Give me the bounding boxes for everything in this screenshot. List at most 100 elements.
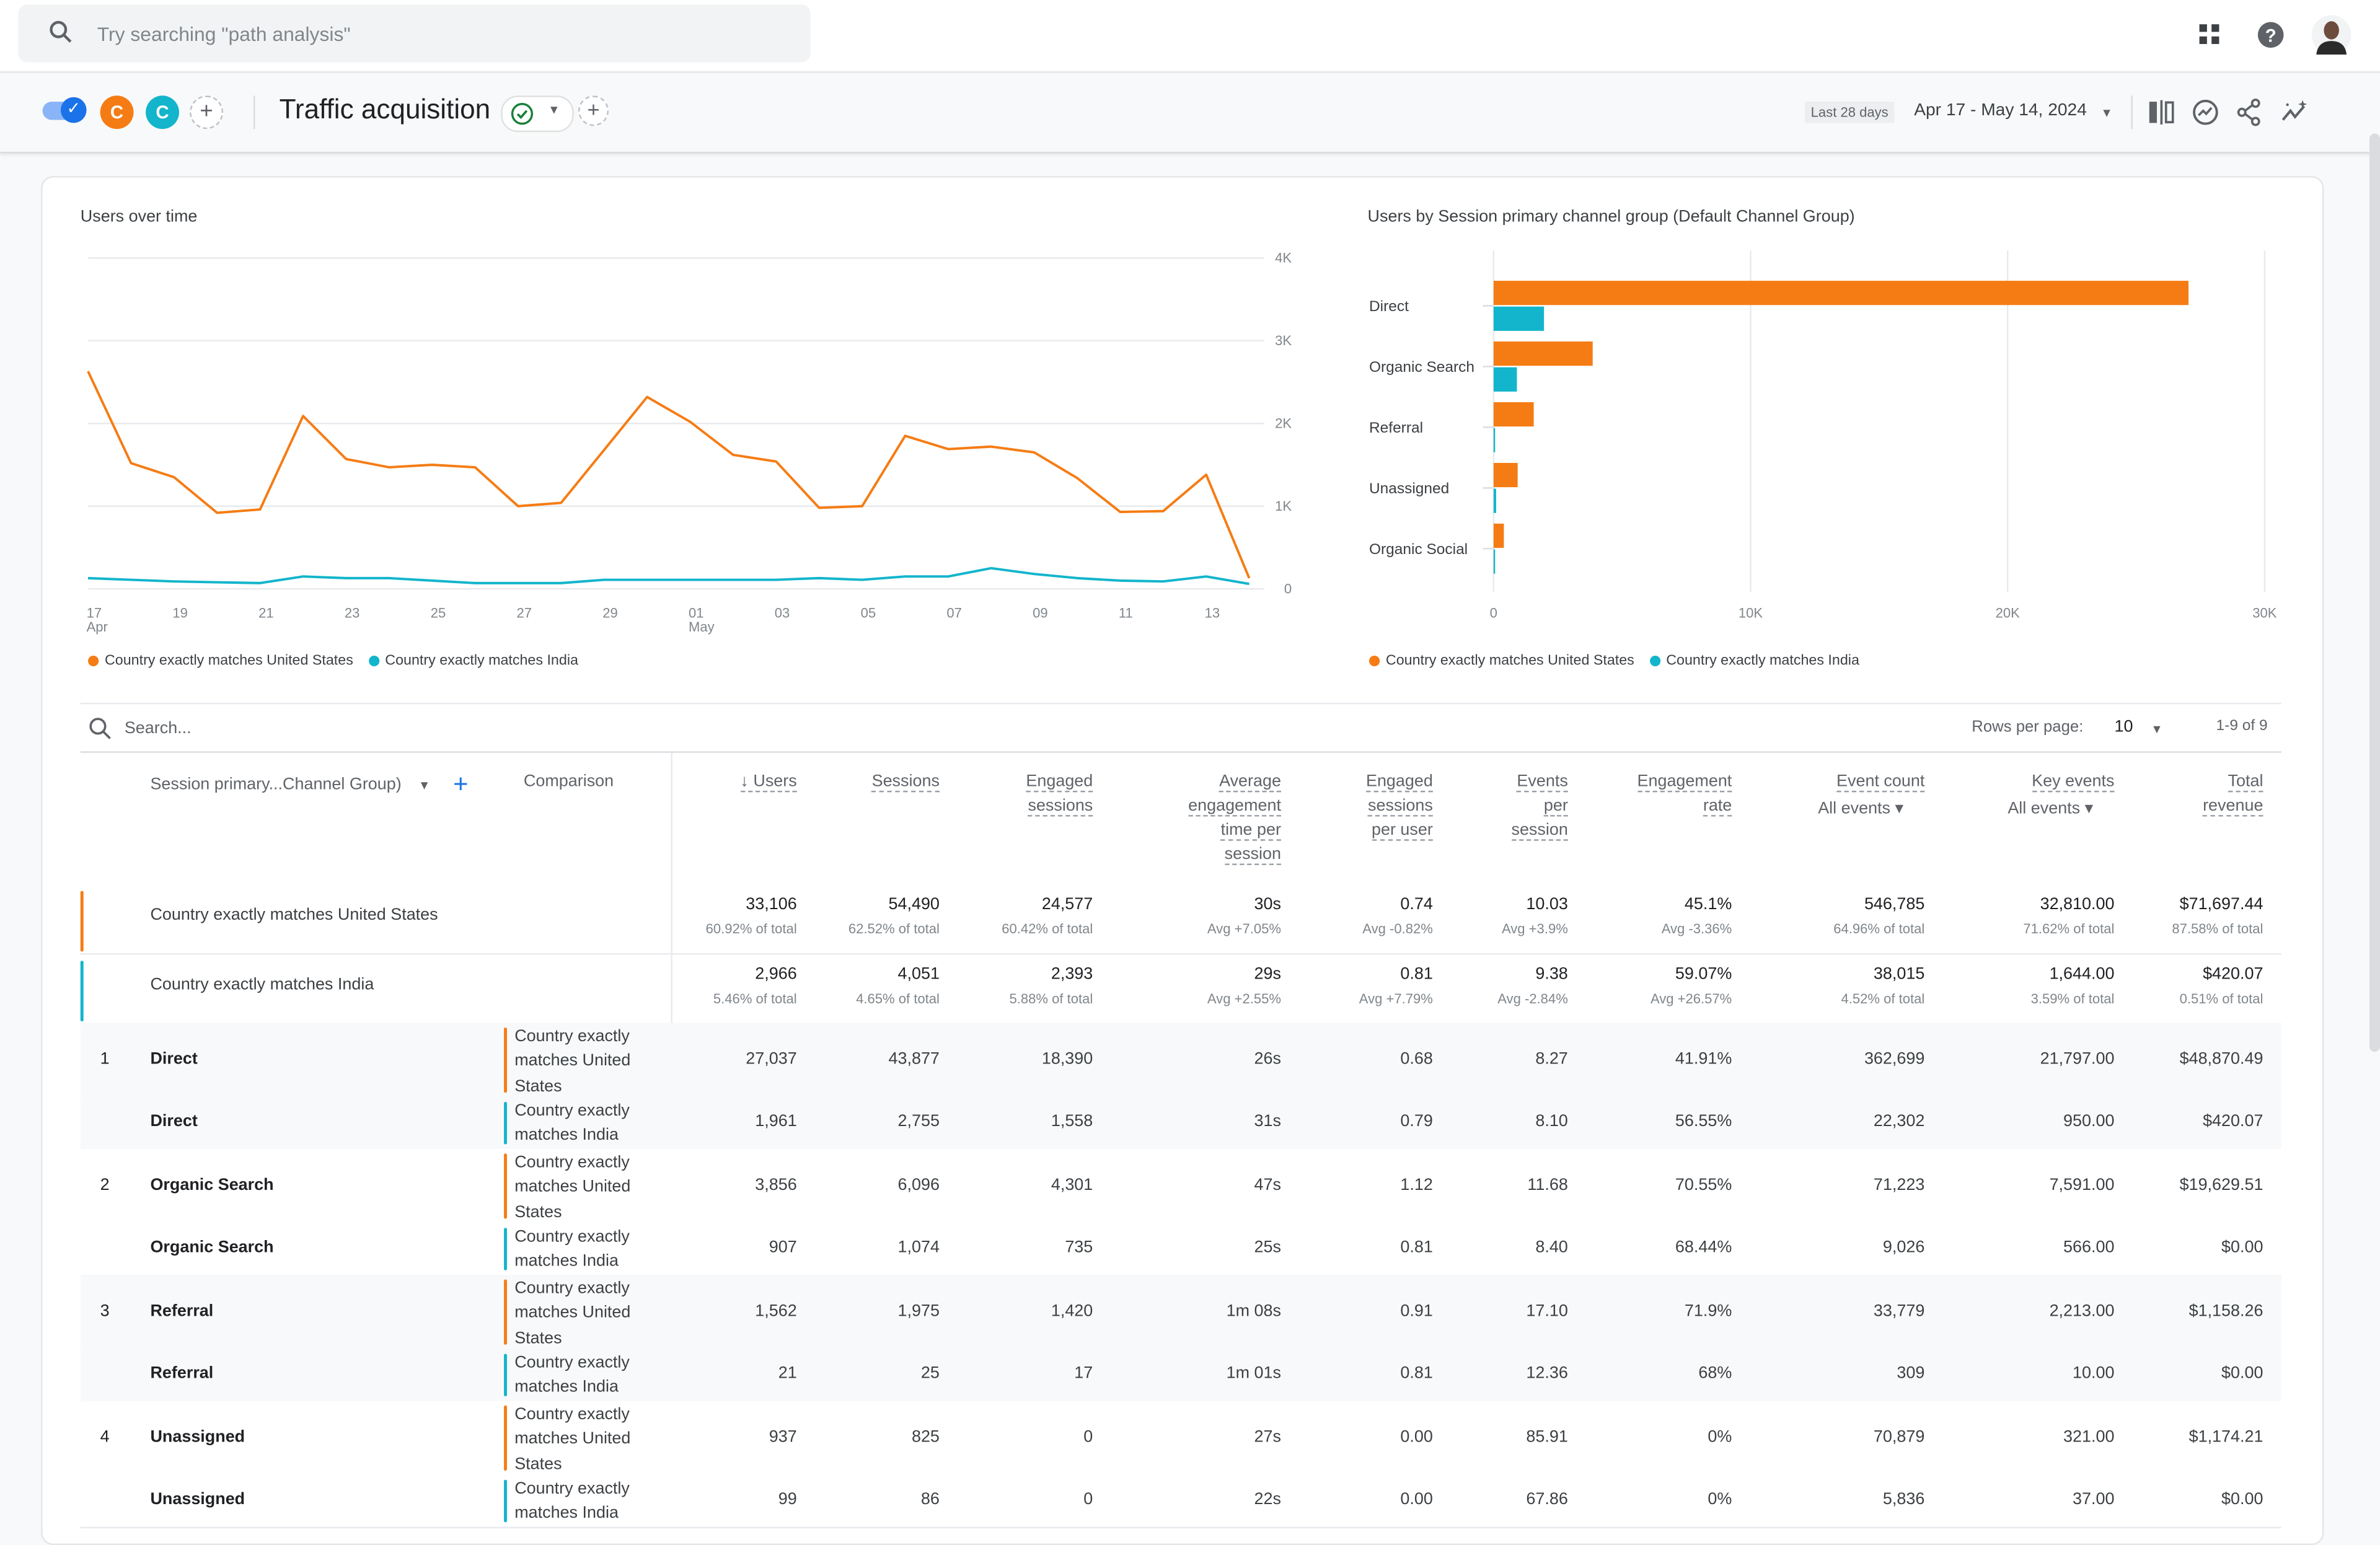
row-value: 0.00 — [1400, 1490, 1432, 1508]
totals-value: 10.03 — [1526, 896, 1567, 913]
rows-per-page-chevron-icon[interactable]: ▼ — [2151, 723, 2162, 736]
compare-icon[interactable] — [2146, 99, 2177, 133]
column-header-text: sessions — [1028, 797, 1093, 817]
x-tick-label: 05 — [861, 605, 876, 621]
totals-value: 33,106 — [746, 896, 796, 913]
table-row[interactable] — [81, 1401, 2281, 1475]
date-range-selector[interactable]: Apr 17 - May 14, 2024 — [1914, 102, 2087, 120]
row-dimension-link[interactable]: Organic Search — [150, 1238, 273, 1256]
column-header-engaged-sessions-per-user[interactable]: Engagedsessionsper user — [1366, 770, 1433, 843]
add-filter-button[interactable]: + — [578, 95, 609, 126]
y-tick-label: 4K — [1275, 250, 1292, 266]
account-avatar[interactable] — [2312, 15, 2351, 55]
table-row[interactable] — [81, 1223, 2281, 1275]
table-row[interactable] — [81, 1023, 2281, 1098]
row-value: $0.00 — [2221, 1365, 2263, 1383]
row-dimension-link[interactable]: Referral — [150, 1365, 213, 1383]
report-header: ✓ C C + Traffic acquisition ▼ + Last 28 … — [0, 73, 2380, 154]
totals-value: $71,697.44 — [2180, 896, 2263, 913]
row-value: 1,562 — [755, 1301, 796, 1319]
comparison-toggle-check-icon[interactable]: ✓ — [61, 97, 87, 123]
rows-per-page-select[interactable]: 10 — [2114, 718, 2133, 736]
bar-us-direct — [1494, 281, 2188, 305]
row-value: 0.91 — [1400, 1301, 1432, 1319]
totals-subvalue: 5.88% of total — [1009, 991, 1093, 1006]
comparison-chip-us[interactable]: C — [100, 95, 134, 129]
ai-sparkle-chart-icon[interactable] — [2280, 99, 2310, 133]
row-number: 2 — [100, 1176, 110, 1194]
comparison-chip-india[interactable]: C — [146, 95, 179, 129]
row-value: 907 — [769, 1238, 797, 1256]
row-dimension-link[interactable]: Direct — [150, 1049, 197, 1067]
bar-chart-legend: Country exactly matches United States Co… — [1369, 653, 1859, 669]
totals-subvalue: Avg -3.36% — [1662, 922, 1732, 936]
row-comparison-label: Country exactlymatches India — [507, 1350, 630, 1400]
totals-subvalue: 64.96% of total — [1833, 922, 1924, 936]
row-value: 6,096 — [898, 1176, 940, 1194]
column-header-key-events[interactable]: Key eventsAll events ▾ — [2008, 770, 2114, 821]
row-value: 3,856 — [755, 1176, 796, 1194]
dimension-header[interactable]: Session primary...Channel Group) ▼ + — [150, 773, 468, 799]
date-range-chevron-icon[interactable]: ▼ — [2100, 106, 2112, 120]
help-icon[interactable]: ? — [2255, 20, 2289, 53]
page-scrollbar[interactable] — [2369, 134, 2380, 1052]
table-search-input[interactable]: Search... — [125, 720, 192, 737]
row-dimension-link[interactable]: Direct — [150, 1112, 197, 1130]
column-header-event-count[interactable]: Event countAll events ▾ — [1818, 770, 1924, 821]
totals-subvalue: 62.52% of total — [848, 922, 940, 936]
totals-subvalue: Avg +7.05% — [1207, 922, 1281, 936]
column-header-engaged-sessions[interactable]: Engagedsessions — [1026, 770, 1093, 818]
add-dimension-button[interactable]: + — [453, 770, 468, 799]
report-status-dropdown[interactable]: ▼ — [501, 95, 574, 132]
row-value: $1,158.26 — [2189, 1301, 2263, 1319]
comparison-header: Comparison — [524, 770, 614, 794]
global-search-box[interactable]: Try searching "path analysis" — [18, 4, 810, 62]
row-value: 825 — [912, 1427, 940, 1445]
y-tick-label: 3K — [1275, 333, 1292, 348]
totals-value: 45.1% — [1685, 896, 1732, 913]
dimension-chevron-icon[interactable]: ▼ — [418, 778, 430, 792]
row-dimension-link[interactable]: Unassigned — [150, 1490, 245, 1508]
x-tick-label: 21 — [258, 605, 274, 621]
row-value: 8.40 — [1535, 1238, 1567, 1256]
column-header-text: revenue — [2203, 797, 2263, 817]
row-value: 937 — [769, 1427, 797, 1445]
x-tick-sublabel: Apr — [87, 619, 108, 635]
add-comparison-button[interactable]: + — [190, 95, 223, 129]
column-header-text: Sessions — [872, 773, 940, 793]
table-row[interactable] — [81, 1349, 2281, 1401]
date-preset-badge: Last 28 days — [1805, 102, 1895, 123]
table-row[interactable] — [81, 1149, 2281, 1223]
share-icon[interactable] — [2236, 97, 2263, 135]
apps-grid-icon[interactable] — [2197, 21, 2230, 55]
legend-label-us: Country exactly matches United States — [105, 653, 353, 669]
event-filter-dropdown[interactable]: All events ▾ — [1818, 797, 1924, 821]
x-tick-label: 27 — [516, 605, 532, 621]
insights-icon[interactable] — [2190, 97, 2221, 135]
table-row[interactable] — [81, 1475, 2281, 1526]
column-header-sessions[interactable]: Sessions — [872, 770, 940, 794]
event-filter-dropdown[interactable]: All events ▾ — [2008, 797, 2114, 821]
x-tick-label: 0 — [1490, 605, 1497, 621]
row-dimension-link[interactable]: Referral — [150, 1301, 213, 1319]
category-label: Organic Social — [1369, 541, 1468, 558]
table-row[interactable] — [81, 1275, 2281, 1349]
column-header-engagement-rate[interactable]: Engagementrate — [1637, 770, 1732, 818]
row-value: 31s — [1254, 1112, 1280, 1130]
column-header-events-per-session[interactable]: Eventspersession — [1511, 770, 1567, 843]
bar-india-referral — [1494, 428, 1495, 452]
row-comparison-label: Country exactlymatches UnitedStates — [507, 1024, 630, 1099]
column-header-total-revenue[interactable]: Totalrevenue — [2203, 770, 2263, 818]
row-value: 0 — [1083, 1490, 1093, 1508]
column-header-avg-engagement-time[interactable]: Averageengagementtime persession — [1188, 770, 1281, 867]
row-dimension-link[interactable]: Unassigned — [150, 1427, 245, 1445]
totals-subvalue: 3.59% of total — [2031, 991, 2115, 1006]
row-value: 22,302 — [1874, 1112, 1924, 1130]
bar-us-organic-social — [1494, 524, 1504, 548]
totals-value: 4,051 — [898, 966, 940, 984]
column-header-users[interactable]: ↓ Users — [740, 770, 796, 794]
row-dimension-link[interactable]: Organic Search — [150, 1176, 273, 1194]
table-row[interactable] — [81, 1098, 2281, 1149]
bar-us-referral — [1494, 402, 1534, 426]
row-value: 1.12 — [1400, 1176, 1432, 1194]
